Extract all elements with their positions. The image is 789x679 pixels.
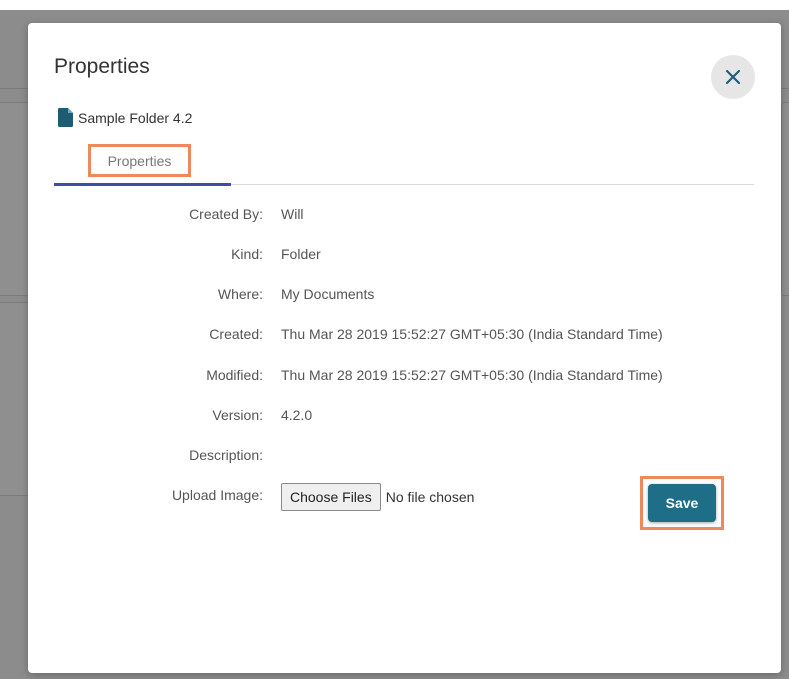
properties-dialog: Properties Sample Folder 4.2 Properties … — [28, 23, 781, 673]
property-label: Created: — [209, 326, 263, 342]
save-highlight: Save — [640, 476, 724, 530]
file-icon — [58, 108, 73, 127]
close-icon — [726, 70, 740, 84]
file-status: No file chosen — [385, 489, 475, 505]
property-label: Created By: — [189, 206, 263, 222]
close-button[interactable] — [711, 55, 755, 99]
upload-label: Upload Image: — [171, 487, 263, 503]
file-info: Sample Folder 4.2 — [58, 108, 192, 127]
property-row: Where: My Documents — [28, 286, 781, 306]
property-value: Will — [281, 206, 304, 222]
property-row: Created: Thu Mar 28 2019 15:52:27 GMT+05… — [28, 326, 781, 346]
property-row: Description: — [28, 447, 781, 467]
background-card — [0, 302, 30, 496]
property-label: Where: — [217, 286, 263, 302]
choose-files-button[interactable]: Choose Files — [281, 483, 381, 511]
property-value: My Documents — [281, 286, 375, 302]
property-row: Created By: Will — [28, 206, 781, 226]
file-name: Sample Folder 4.2 — [78, 109, 193, 126]
property-value: 4.2.0 — [281, 407, 313, 423]
tab-bar: Properties — [54, 144, 754, 186]
property-row: Version: 4.2.0 — [28, 407, 781, 427]
property-label: Description: — [189, 447, 263, 463]
save-button[interactable]: Save — [648, 484, 716, 522]
property-label: Modified: — [206, 367, 263, 383]
background-card — [0, 102, 30, 296]
tab-properties[interactable]: Properties — [88, 144, 191, 177]
upload-image-input[interactable]: Choose Files No file chosen — [281, 483, 474, 511]
property-value: Thu Mar 28 2019 15:52:27 GMT+05:30 (Indi… — [281, 367, 663, 383]
property-label: Version: — [212, 407, 263, 423]
property-value: Folder — [281, 246, 321, 262]
background-card — [781, 102, 789, 296]
active-tab-indicator — [54, 183, 231, 186]
dialog-title: Properties — [54, 55, 150, 78]
property-label: Kind: — [231, 246, 263, 262]
property-value: Thu Mar 28 2019 15:52:27 GMT+05:30 (Indi… — [281, 326, 663, 342]
property-row: Modified: Thu Mar 28 2019 15:52:27 GMT+0… — [28, 367, 781, 387]
property-row: Kind: Folder — [28, 246, 781, 266]
